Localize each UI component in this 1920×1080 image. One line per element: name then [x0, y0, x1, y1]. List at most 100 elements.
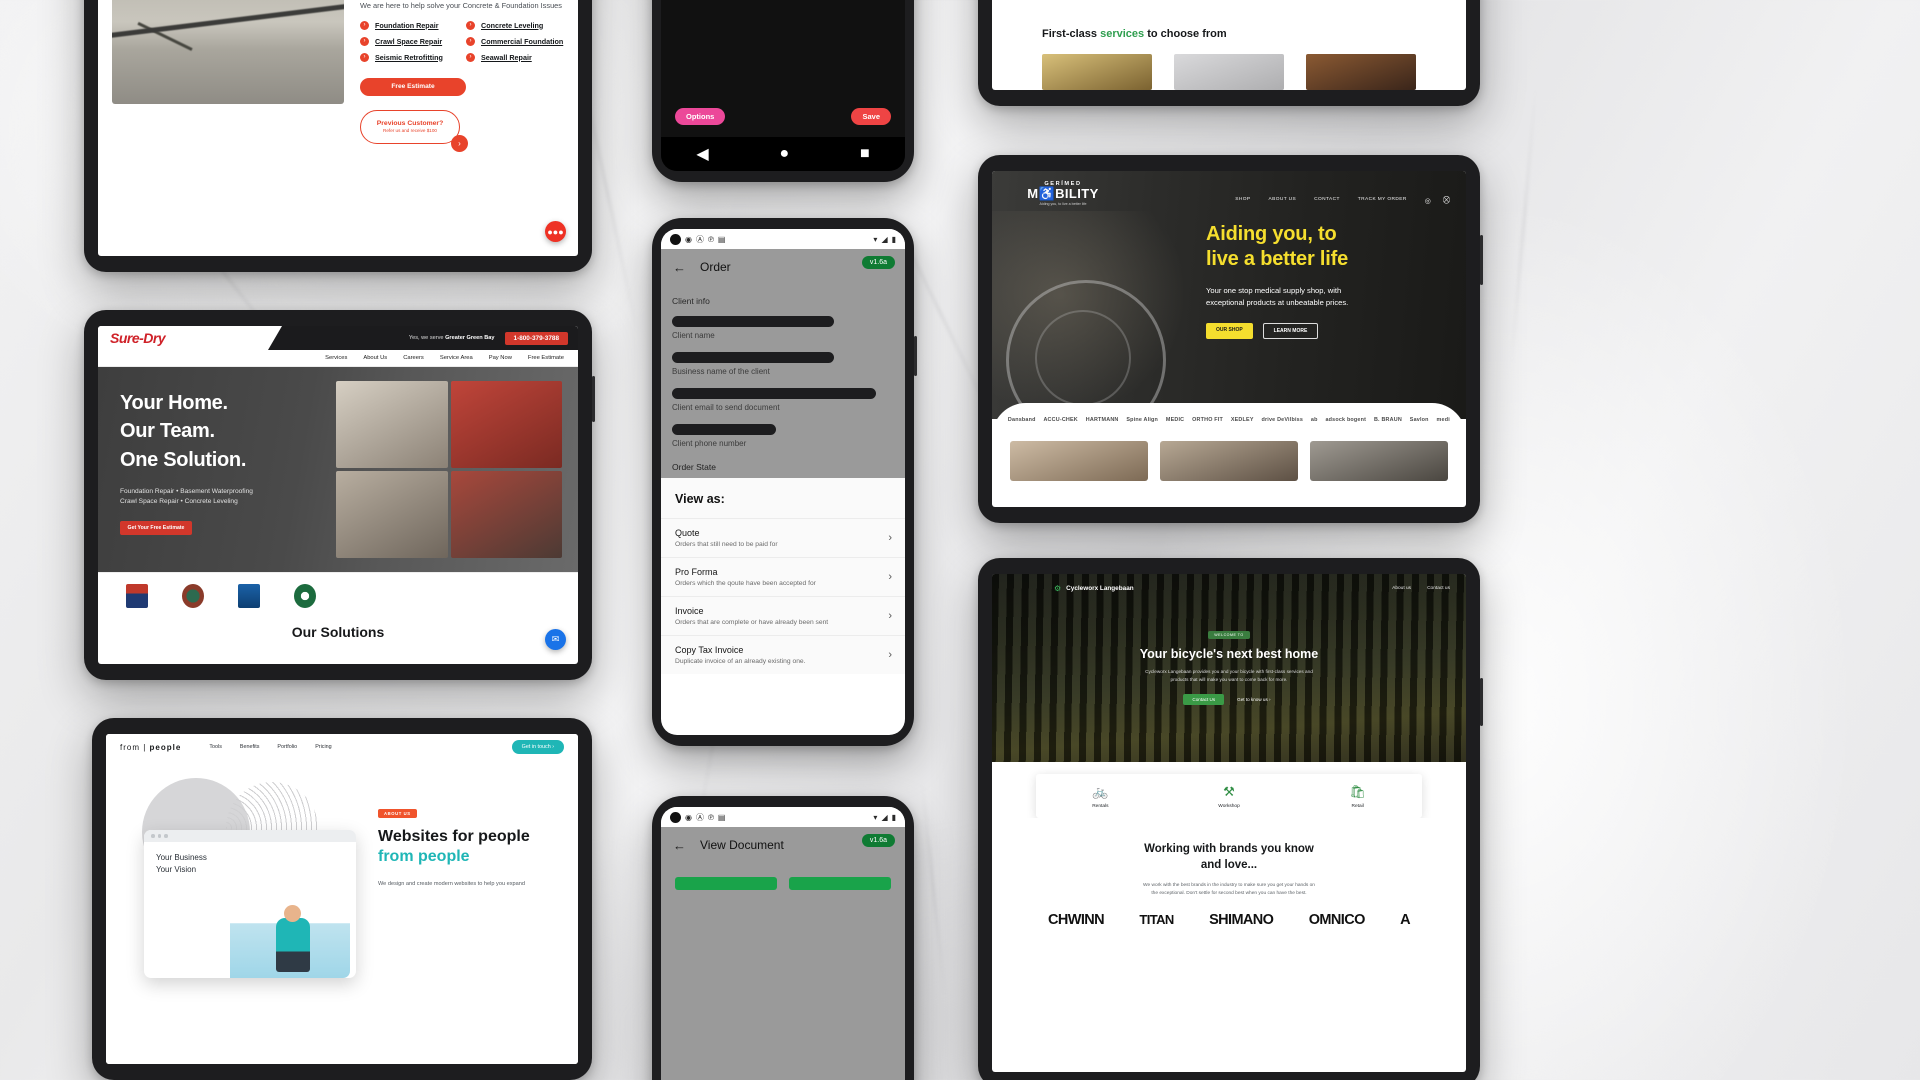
- volume-button[interactable]: [592, 376, 595, 422]
- nav-item-pay-now[interactable]: Pay Now: [489, 355, 512, 361]
- cycleworx-logo[interactable]: ⚙ Cycleworx Langebaan: [1054, 584, 1134, 593]
- chevron-circle-icon: ›: [466, 20, 475, 30]
- nav-item-service-area[interactable]: Service Area: [440, 355, 473, 361]
- nav-home-icon[interactable]: ●: [779, 145, 789, 163]
- previous-customer-button[interactable]: Previous Customer? Refer us and receive …: [360, 109, 468, 152]
- logo-divider: |: [143, 742, 147, 752]
- back-icon[interactable]: ←: [673, 838, 686, 853]
- product-card[interactable]: [1310, 441, 1448, 481]
- account-icon[interactable]: ◎: [1425, 197, 1431, 205]
- nav-item-benefits[interactable]: Benefits: [240, 744, 259, 750]
- status-bar: ◉ Ⓐ ℗ ▤ ▾ ◢ ▮: [661, 229, 905, 249]
- option-row-copy-tax-invoice[interactable]: Copy Tax Invoice Duplicate invoice of an…: [661, 635, 905, 674]
- nav-item-pricing[interactable]: Pricing: [315, 744, 331, 750]
- previous-customer-sub: Refer us and receive $100: [383, 128, 437, 134]
- nav-back-icon[interactable]: ◀: [696, 144, 708, 164]
- service-item[interactable]: › Concrete Leveling: [466, 20, 564, 30]
- service-item[interactable]: › Crawl Space Repair: [360, 36, 458, 46]
- frompeople-nav: Tools Benefits Portfolio Pricing: [199, 744, 493, 750]
- hero-services-2: Crawl Space Repair • Concrete Leveling: [120, 498, 238, 506]
- nav-item-about-us[interactable]: About us: [1392, 586, 1411, 591]
- feature-retail[interactable]: 🛍 Retail: [1293, 784, 1422, 809]
- germed-brand-strip: Dansband ACCU-CHEK HARTMANN Spine Align …: [992, 403, 1466, 437]
- service-item[interactable]: › Seismic Retrofitting: [360, 52, 458, 62]
- option-subtitle: Orders which the qoute have been accepte…: [675, 580, 816, 587]
- product-card[interactable]: [1160, 441, 1298, 481]
- suredry-nav: Services About Us Careers Service Area P…: [98, 350, 578, 367]
- nav-item-about[interactable]: About Us: [363, 355, 387, 361]
- status-bar: ◉ Ⓐ ℗ ▤ ▾ ◢ ▮: [661, 807, 905, 827]
- frompeople-logo[interactable]: from | people: [120, 743, 181, 752]
- document-action-button[interactable]: [789, 877, 891, 890]
- chevron-circle-icon: ›: [360, 20, 369, 30]
- client-name-input[interactable]: [672, 316, 835, 327]
- phone-number-button[interactable]: 1-800-379-3788: [504, 331, 568, 345]
- nav-item-contact[interactable]: CONTACT: [1314, 197, 1340, 202]
- options-button[interactable]: Options: [675, 108, 726, 125]
- order-form: Client info Client name Business name of…: [661, 285, 905, 478]
- free-estimate-button[interactable]: Free Estimate: [360, 77, 466, 96]
- client-info-label: Client info: [672, 296, 710, 306]
- nav-item-careers[interactable]: Careers: [403, 355, 424, 361]
- logo-part-a: from: [120, 742, 140, 752]
- order-state-label: Order State: [672, 462, 716, 472]
- business-name-input[interactable]: [672, 352, 835, 363]
- option-row-pro-forma[interactable]: Pro Forma Orders which the qoute have be…: [661, 557, 905, 596]
- contact-us-button[interactable]: Contact Us: [1183, 694, 1225, 706]
- service-item[interactable]: › Commercial Foundation: [466, 36, 564, 46]
- brands-heading: Working with brands you know and love...: [1022, 842, 1436, 873]
- get-to-know-us-link[interactable]: Get to know us ›: [1233, 694, 1274, 705]
- option-row-invoice[interactable]: Invoice Orders that are complete or have…: [661, 596, 905, 635]
- volume-button[interactable]: [1480, 678, 1483, 726]
- get-in-touch-button[interactable]: Get in touch ›: [511, 740, 564, 754]
- version-badge: v1.6a: [861, 256, 895, 269]
- nav-recent-icon[interactable]: ■: [860, 145, 870, 163]
- brand-logo: Spine Align: [1126, 417, 1159, 423]
- welcome-tag: WELCOME TO: [1208, 631, 1250, 639]
- volume-button[interactable]: [1480, 235, 1483, 285]
- service-card[interactable]: [1306, 54, 1416, 90]
- nav-item-shop[interactable]: SHOP: [1235, 197, 1250, 202]
- bbb-icon: [238, 583, 260, 608]
- nav-item-contact-us[interactable]: Contact us: [1427, 586, 1450, 591]
- suredry-photo-grid: [330, 367, 578, 572]
- service-item[interactable]: › Seawall Repair: [466, 52, 564, 62]
- logo-main-text: M♿BILITY: [1008, 187, 1118, 201]
- document-action-button[interactable]: [675, 877, 777, 890]
- service-card[interactable]: [1042, 54, 1152, 90]
- get-free-estimate-button[interactable]: Get Your Free Estimate: [120, 520, 192, 535]
- service-item[interactable]: › Foundation Repair: [360, 20, 458, 30]
- suredry-logo[interactable]: Sure-Dry: [98, 326, 268, 350]
- power-button[interactable]: [914, 336, 917, 376]
- nav-item-about-us[interactable]: ABOUT US: [1269, 197, 1297, 202]
- germed-nav: SHOP ABOUT US CONTACT TRACK MY ORDER: [1118, 181, 1407, 202]
- option-title: Quote: [675, 528, 700, 538]
- frompeople-illustration: Your Business Your Vision: [116, 774, 366, 1064]
- learn-more-button[interactable]: LEARN MORE: [1262, 322, 1319, 339]
- back-icon[interactable]: ←: [673, 260, 686, 275]
- our-shop-button[interactable]: OUR SHOP: [1206, 322, 1253, 339]
- service-card[interactable]: [1174, 54, 1284, 90]
- nav-item-free-estimate[interactable]: Free Estimate: [528, 355, 564, 361]
- germed-logo[interactable]: GERÍMED M♿BILITY Aiding you, to live a b…: [1008, 181, 1118, 206]
- product-card[interactable]: [1010, 441, 1148, 481]
- nav-item-tools[interactable]: Tools: [209, 744, 222, 750]
- sheet-title: View as:: [675, 492, 725, 506]
- feature-rentals[interactable]: 🚲 Rentals: [1036, 784, 1165, 809]
- nav-item-portfolio[interactable]: Portfolio: [277, 744, 297, 750]
- nav-item-services[interactable]: Services: [325, 355, 347, 361]
- client-phone-input[interactable]: [672, 424, 777, 435]
- option-row-quote[interactable]: Quote Orders that still need to be paid …: [661, 518, 905, 557]
- feature-workshop[interactable]: ⚒ Workshop: [1165, 784, 1294, 809]
- save-button[interactable]: Save: [851, 108, 891, 125]
- suredry-hero-services: Foundation Repair • Basement Waterproofi…: [120, 487, 330, 507]
- client-email-hint: Client email to send document: [672, 403, 780, 412]
- client-phone-hint: Client phone number: [672, 439, 747, 448]
- chat-widget-icon[interactable]: ●●●: [545, 221, 566, 242]
- client-email-input[interactable]: [672, 388, 877, 399]
- cart-icon[interactable]: ⛒: [1443, 197, 1450, 205]
- arrow-right-icon[interactable]: ›: [451, 134, 468, 152]
- chat-widget-icon[interactable]: ✉: [545, 629, 566, 650]
- nav-item-track-my-order[interactable]: TRACK MY ORDER: [1358, 197, 1407, 202]
- version-badge: v1.6a: [861, 834, 895, 847]
